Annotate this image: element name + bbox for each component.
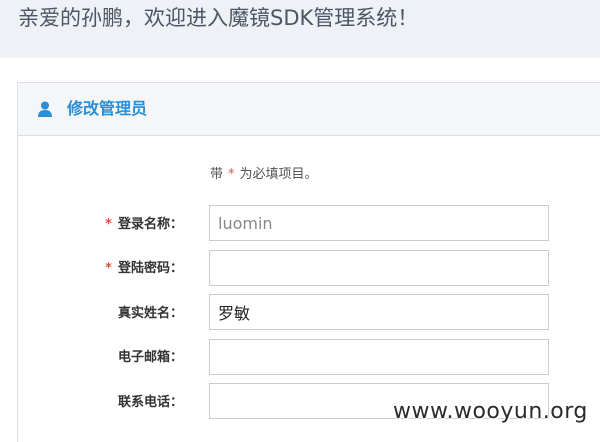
required-star: * (105, 261, 112, 276)
required-note-suffix: 为必填项目。 (239, 167, 318, 182)
panel-header: 修改管理员 (18, 83, 600, 136)
welcome-greeting: 亲爱的孙鹏，欢迎进入魔镜SDK管理系统！ (18, 6, 419, 30)
login-name-label-text: 登录名称： (117, 217, 183, 232)
user-icon (38, 101, 52, 117)
email-label: 电子邮箱： (88, 348, 183, 368)
password-label: * 登陆密码： (88, 259, 183, 279)
password-label-text: 登陆密码： (117, 261, 183, 276)
login-name-input[interactable] (209, 205, 549, 241)
top-bar: 亲爱的孙鹏，欢迎进入魔镜SDK管理系统！ (0, 0, 600, 58)
email-label-text: 电子邮箱： (117, 350, 183, 365)
required-star: * (228, 167, 235, 182)
required-note-prefix: 带 (210, 167, 224, 182)
required-note: 带 * 为必填项目。 (210, 165, 318, 185)
phone-label-text: 联系电话： (117, 395, 183, 410)
required-star: * (105, 217, 112, 232)
edit-admin-panel: 修改管理员 带 * 为必填项目。 * 登录名称： * 登陆密码： 真实姓名： 电子邮箱：… (17, 82, 600, 442)
real-name-label: 真实姓名： (88, 304, 183, 324)
real-name-label-text: 真实姓名： (117, 306, 183, 321)
real-name-input[interactable] (209, 294, 549, 330)
panel-title: 修改管理员 (67, 99, 148, 118)
login-name-label: * 登录名称： (88, 215, 183, 235)
password-input[interactable] (209, 250, 549, 286)
phone-label: 联系电话： (88, 393, 183, 413)
watermark: www.wooyun.org (393, 399, 588, 424)
email-input[interactable] (209, 339, 549, 375)
